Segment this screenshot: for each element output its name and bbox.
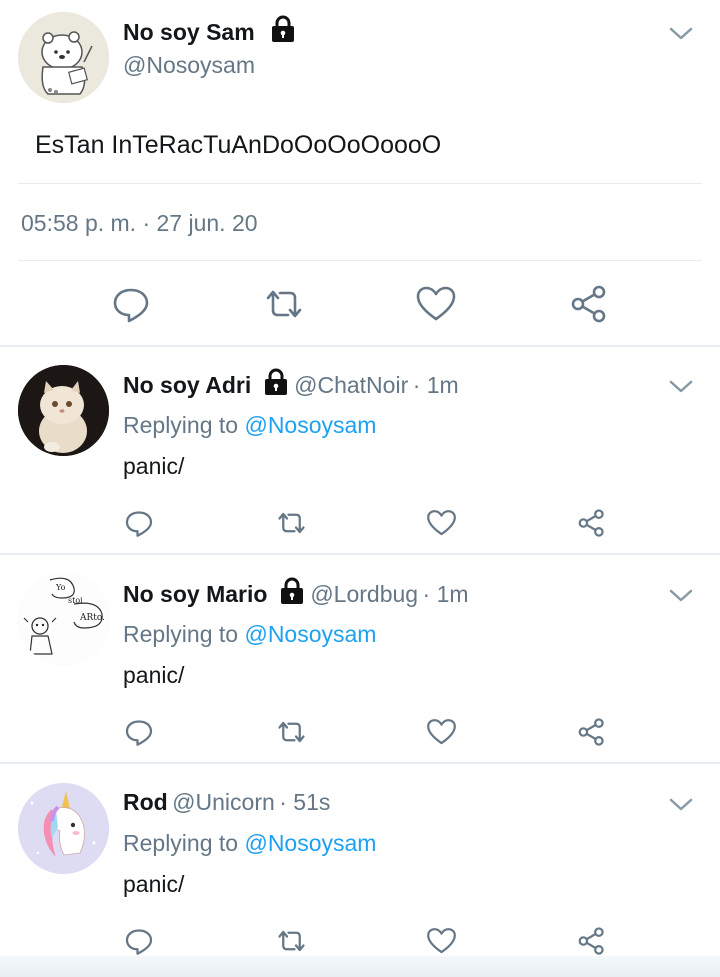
tweet-text: EsTan InTeRacTuAnDoOoOoOoooO bbox=[35, 131, 442, 159]
sketch-drawing-avatar: Yo stoi ARto. bbox=[18, 574, 109, 665]
avatar-text-arto: ARto. bbox=[79, 613, 105, 623]
replying-to: Replying to @Nosoysam bbox=[123, 409, 376, 441]
author-handle[interactable]: @ChatNoir bbox=[294, 372, 408, 398]
like-icon[interactable] bbox=[426, 508, 457, 538]
reply-icon[interactable] bbox=[124, 926, 154, 956]
avatar-text-stoi: stoi bbox=[68, 596, 83, 605]
retweet-icon[interactable] bbox=[275, 717, 308, 747]
replying-to: Replying to @Nosoysam bbox=[123, 827, 376, 859]
share-icon[interactable] bbox=[568, 284, 610, 324]
reply-time[interactable]: · 1m bbox=[423, 581, 469, 607]
chevron-down-icon[interactable] bbox=[667, 372, 695, 400]
unicorn-avatar bbox=[18, 783, 109, 874]
avatar-text-yo: Yo bbox=[55, 583, 66, 592]
persian-cat-avatar bbox=[18, 365, 109, 456]
chevron-down-icon[interactable] bbox=[667, 581, 695, 609]
reply-time[interactable]: · 1m bbox=[413, 372, 459, 398]
lock-icon bbox=[278, 577, 306, 617]
divider bbox=[18, 260, 702, 261]
retweet-icon[interactable] bbox=[262, 284, 306, 324]
avatar-reply-3[interactable] bbox=[18, 783, 109, 874]
author-name[interactable]: No soy Mario bbox=[123, 581, 267, 607]
reply-header: No soy Adri @ChatNoir · 1m bbox=[123, 368, 459, 400]
reply-header: Rod @Unicorn · 51s bbox=[123, 786, 330, 818]
reply-icon[interactable] bbox=[111, 284, 151, 324]
lock-icon bbox=[262, 368, 290, 408]
replying-to-label: Replying to bbox=[123, 621, 245, 647]
author-handle[interactable]: @Unicorn bbox=[172, 789, 275, 815]
replying-to-label: Replying to bbox=[123, 412, 245, 438]
bear-drawing-avatar bbox=[18, 12, 109, 103]
reply-time[interactable]: · 51s bbox=[279, 789, 330, 815]
retweet-icon[interactable] bbox=[275, 926, 308, 956]
avatar-reply-2[interactable]: Yo stoi ARto. bbox=[18, 574, 109, 665]
retweet-icon[interactable] bbox=[275, 508, 308, 538]
mention-link[interactable]: @Nosoysam bbox=[244, 621, 376, 647]
separator bbox=[0, 553, 720, 555]
mention-link[interactable]: @Nosoysam bbox=[244, 412, 376, 438]
author-handle[interactable]: @Nosoysam bbox=[123, 50, 255, 80]
reply-icon[interactable] bbox=[124, 717, 154, 747]
tweet-timestamp[interactable]: 05:58 p. m. · 27 jun. 20 bbox=[21, 208, 258, 238]
author-name[interactable]: No soy Sam bbox=[123, 19, 255, 45]
like-icon[interactable] bbox=[426, 717, 457, 747]
reply-text: panic/ bbox=[123, 871, 185, 897]
like-icon[interactable] bbox=[415, 284, 457, 324]
like-icon[interactable] bbox=[426, 926, 457, 956]
chevron-down-icon[interactable] bbox=[667, 19, 695, 47]
replying-to: Replying to @Nosoysam bbox=[123, 618, 376, 650]
lock-icon bbox=[269, 15, 297, 55]
separator bbox=[0, 762, 720, 764]
divider bbox=[18, 183, 702, 184]
reply-header: No soy Mario @Lordbug · 1m bbox=[123, 577, 469, 609]
bottom-bar-edge bbox=[0, 956, 720, 977]
mention-link[interactable]: @Nosoysam bbox=[244, 830, 376, 856]
separator bbox=[0, 345, 720, 347]
main-author: No soy Sam bbox=[123, 15, 297, 47]
reply-text: panic/ bbox=[123, 662, 185, 688]
share-icon[interactable] bbox=[576, 508, 607, 538]
author-name[interactable]: No soy Adri bbox=[123, 372, 251, 398]
avatar-reply-1[interactable] bbox=[18, 365, 109, 456]
chevron-down-icon[interactable] bbox=[667, 790, 695, 818]
share-icon[interactable] bbox=[576, 926, 607, 956]
replying-to-label: Replying to bbox=[123, 830, 245, 856]
author-handle[interactable]: @Lordbug bbox=[310, 581, 418, 607]
share-icon[interactable] bbox=[576, 717, 607, 747]
avatar-main[interactable] bbox=[18, 12, 109, 103]
author-name[interactable]: Rod bbox=[123, 789, 168, 815]
reply-icon[interactable] bbox=[124, 508, 154, 538]
reply-text: panic/ bbox=[123, 453, 185, 479]
